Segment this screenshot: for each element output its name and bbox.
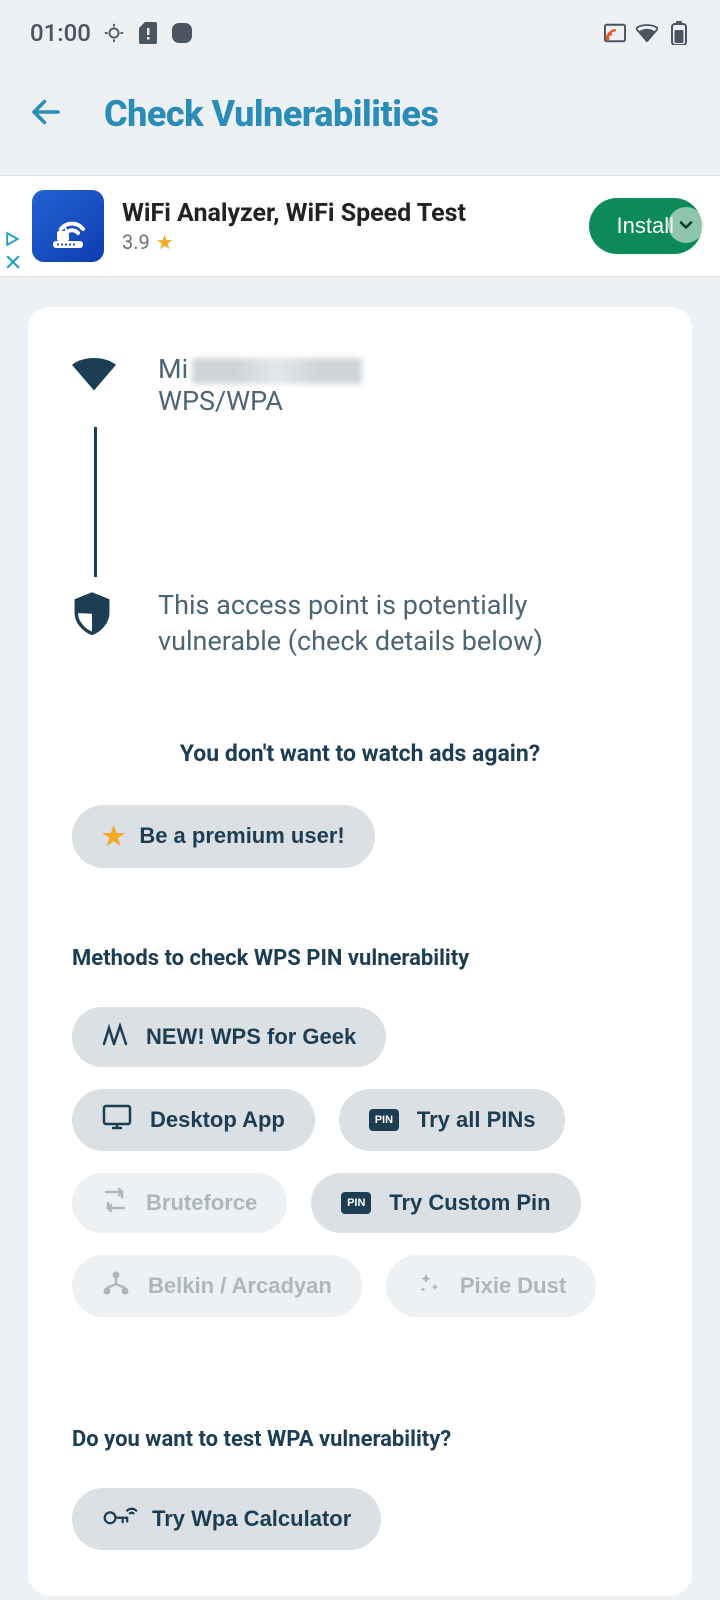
- belkin-label: Belkin / Arcadyan: [148, 1273, 332, 1299]
- ad-title: WiFi Analyzer, WiFi Speed Test: [122, 199, 589, 228]
- ads-prompt: You don't want to watch ads again?: [72, 740, 648, 767]
- wps-section-title: Methods to check WPS PIN vulnerability: [72, 946, 648, 971]
- location-icon: [103, 22, 125, 44]
- wpa-label: Try Wpa Calculator: [152, 1506, 351, 1532]
- premium-button[interactable]: ★ Be a premium user!: [72, 805, 375, 868]
- network-name-prefix: Mi: [158, 353, 188, 385]
- desktop-icon: [102, 1104, 132, 1136]
- wifi-signal-icon: [72, 357, 116, 395]
- wpa-calculator-button[interactable]: Try Wpa Calculator: [72, 1488, 381, 1550]
- wifi-icon: [636, 22, 658, 44]
- bruteforce-label: Bruteforce: [146, 1190, 257, 1216]
- wps-geek-button[interactable]: NEW! WPS for Geek: [72, 1007, 386, 1067]
- desktop-app-button[interactable]: Desktop App: [72, 1089, 315, 1151]
- premium-label: Be a premium user!: [139, 823, 344, 849]
- network-name-obscured: [192, 358, 362, 384]
- custom-pin-label: Try Custom Pin: [389, 1190, 550, 1216]
- bruteforce-icon: [102, 1188, 128, 1218]
- star-icon: ★: [102, 821, 125, 852]
- vulnerability-row: This access point is potentially vulnera…: [72, 587, 648, 660]
- network-info: Mi WPS/WPA: [158, 353, 362, 417]
- sparkle-icon: [416, 1270, 442, 1302]
- shield-icon: [72, 591, 116, 639]
- network-row: Mi WPS/WPA: [72, 353, 648, 417]
- install-label: Install: [617, 213, 674, 238]
- desktop-label: Desktop App: [150, 1107, 285, 1133]
- pin-icon: PIN: [341, 1192, 371, 1214]
- geek-icon: [102, 1022, 128, 1052]
- back-button[interactable]: [28, 94, 64, 134]
- try-all-pins-button[interactable]: PIN Try all PINs: [339, 1089, 566, 1151]
- ad-app-icon: [32, 190, 104, 262]
- custom-pin-button[interactable]: PIN Try Custom Pin: [311, 1173, 580, 1233]
- cast-icon: [604, 22, 626, 44]
- key-wifi-icon: [102, 1504, 138, 1534]
- app-indicator-icon: [171, 22, 193, 44]
- status-bar: 01:00: [0, 0, 720, 65]
- status-right: [604, 22, 690, 44]
- status-time: 01:00: [30, 19, 91, 47]
- vulnerability-text: This access point is potentially vulnera…: [158, 587, 648, 660]
- network-name: Mi: [158, 353, 362, 385]
- install-button[interactable]: Install: [589, 198, 702, 254]
- ad-text: WiFi Analyzer, WiFi Speed Test 3.9 ★: [122, 199, 589, 254]
- star-icon: ★: [156, 230, 174, 254]
- page-title: Check Vulnerabilities: [104, 93, 438, 135]
- bruteforce-button[interactable]: Bruteforce: [72, 1173, 287, 1233]
- ad-controls: [6, 231, 20, 273]
- ad-rating-value: 3.9: [122, 230, 150, 254]
- ad-close-icon[interactable]: [6, 254, 20, 273]
- try-all-label: Try all PINs: [417, 1107, 536, 1133]
- main-card: Mi WPS/WPA This access point is potentia…: [28, 307, 692, 1596]
- connector-line: [94, 427, 97, 577]
- app-header: Check Vulnerabilities: [0, 65, 720, 175]
- ad-info-icon[interactable]: [6, 231, 20, 250]
- chevron-down-icon[interactable]: [668, 207, 704, 243]
- wps-chips: NEW! WPS for Geek Desktop App PIN Try al…: [72, 1007, 648, 1317]
- battery-icon: [668, 22, 690, 44]
- network-security: WPS/WPA: [158, 385, 362, 417]
- pin-icon: PIN: [369, 1109, 399, 1131]
- belkin-button[interactable]: Belkin / Arcadyan: [72, 1255, 362, 1317]
- premium-row: ★ Be a premium user!: [72, 805, 648, 868]
- wpa-row: Try Wpa Calculator: [72, 1488, 648, 1550]
- hierarchy-icon: [102, 1270, 130, 1302]
- status-left: 01:00: [30, 19, 193, 47]
- pixie-label: Pixie Dust: [460, 1273, 566, 1299]
- ad-banner[interactable]: WiFi Analyzer, WiFi Speed Test 3.9 ★ Ins…: [0, 175, 720, 277]
- sd-alert-icon: [137, 22, 159, 44]
- pixie-dust-button[interactable]: Pixie Dust: [386, 1255, 596, 1317]
- ad-rating: 3.9 ★: [122, 230, 589, 254]
- wpa-section-title: Do you want to test WPA vulnerability?: [72, 1427, 648, 1452]
- wps-geek-label: NEW! WPS for Geek: [146, 1024, 356, 1050]
